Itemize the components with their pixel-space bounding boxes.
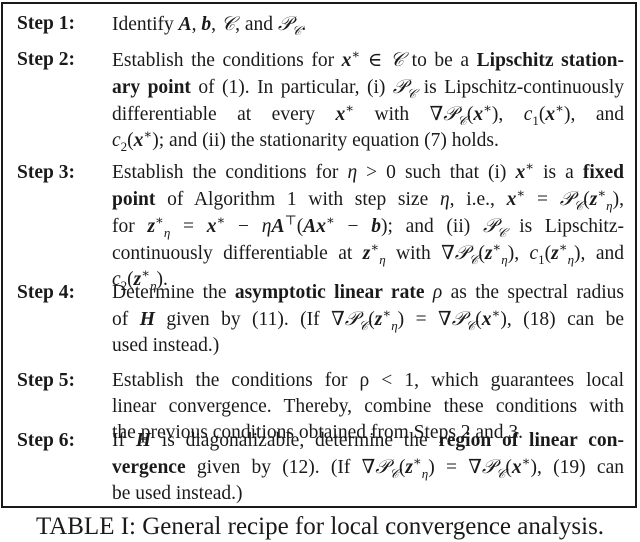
step-text-line: be used instead.) xyxy=(112,483,243,504)
step-text-line: vergence given by (12). (If ∇𝒫𝒞(z∗η) = ∇… xyxy=(112,453,624,482)
step-text-line: Establish the conditions for ρ < 1, whic… xyxy=(112,370,624,391)
step-text-line: differentiable at every x∗ with ∇𝒫𝒞(x∗),… xyxy=(112,100,624,129)
step-label: Step 2: xyxy=(17,49,75,70)
step-label: Step 6: xyxy=(17,430,75,451)
step-text-line: ary point of (1). In particular, (i) 𝒫𝒞 … xyxy=(112,75,625,102)
step-text-line: used instead.) xyxy=(112,335,220,356)
step-text-line: continuously differentiable at z∗η with … xyxy=(112,239,624,268)
table-caption: TABLE I: General recipe for local conver… xyxy=(35,513,605,540)
step-text-line: point of Algorithm 1 with step size η, i… xyxy=(112,185,624,214)
step-label: Step 4: xyxy=(17,282,75,303)
step-text-line: Identify A, b, 𝒞, and 𝒫𝒞. xyxy=(112,12,307,39)
step-text-line: of H given by (11). (If ∇𝒫𝒞(z∗η) = ∇𝒫𝒞(x… xyxy=(112,305,625,334)
step-text-line: Establish the conditions for x∗ ∈ 𝒞 to b… xyxy=(112,46,624,72)
step-description: Determine the asymptotic linear rate ρ a… xyxy=(112,280,624,359)
step-description: Establish the conditions for η > 0 such … xyxy=(112,160,624,293)
step-label: Step 3: xyxy=(17,162,75,183)
step-text-line: Determine the asymptotic linear rate ρ a… xyxy=(112,282,625,303)
step-label: Step 5: xyxy=(17,370,75,391)
step-text-line: for z∗η = x∗ − ηA⊤(Ax∗ − b); and (ii) 𝒫𝒞… xyxy=(112,212,624,241)
step-text-line: Establish the conditions for η > 0 such … xyxy=(112,158,624,184)
step-description: Establish the conditions for x∗ ∈ 𝒞 to b… xyxy=(112,47,624,154)
step-text-line: linear convergence. Thereby, combine the… xyxy=(112,396,624,417)
step-description: If H is diagonalizable, determine the re… xyxy=(112,428,624,507)
step-description: Identify A, b, 𝒞, and 𝒫𝒞. xyxy=(112,11,624,38)
recipe-table: Step 1: Identify A, b, 𝒞, and 𝒫𝒞. Step 2… xyxy=(1,2,637,508)
step-text-line: If H is diagonalizable, determine the re… xyxy=(112,430,624,451)
step-label: Step 1: xyxy=(17,13,75,34)
step-text-line: c2(x∗); and (ii) the stationarity equati… xyxy=(112,126,499,154)
